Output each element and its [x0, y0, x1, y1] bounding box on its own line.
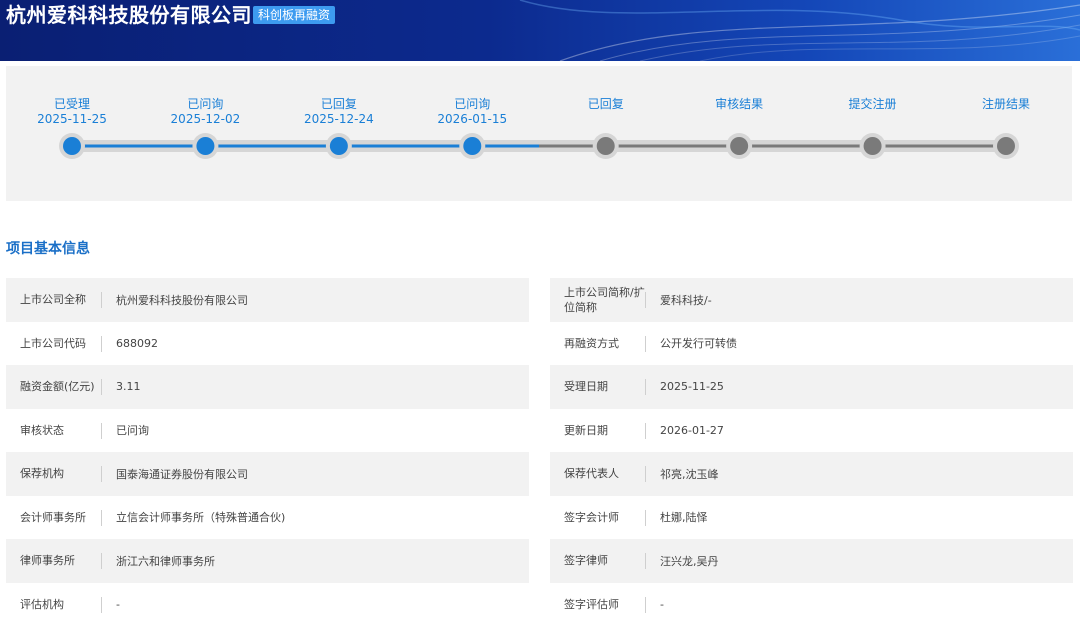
info-value: 爱科科技/- — [660, 293, 712, 307]
info-row: 上市公司代码 688092 — [6, 322, 529, 366]
step-label: 已受理 2025-11-25 — [17, 97, 127, 127]
step-node-completed — [329, 137, 348, 155]
info-label: 保荐机构 — [6, 452, 102, 496]
step-node-pending — [863, 137, 882, 155]
review-progress-panel: 已受理 2025-11-25 已问询 2025-12-02 已回复 2025-12-24 已… — [6, 66, 1072, 201]
info-row: 会计师事务所 立信会计师事务所（特殊普通合伙) — [6, 496, 529, 540]
info-label: 签字会计师 — [550, 496, 646, 540]
step-date-text: 2025-12-02 — [170, 112, 241, 126]
info-label: 评估机构 — [6, 583, 102, 627]
step-label: 已回复 2025-12-24 — [284, 97, 394, 127]
info-value: - — [116, 597, 120, 611]
info-value: 汪兴龙,吴丹 — [660, 554, 719, 568]
info-row: 签字会计师 杜娜,陆怿 — [550, 496, 1073, 540]
info-value: 立信会计师事务所（特殊普通合伙) — [116, 511, 286, 525]
step-node-completed — [63, 137, 81, 155]
step-node-completed — [196, 137, 215, 155]
step-label: 注册结果 — [951, 97, 1061, 112]
step-label: 已回复 — [551, 97, 661, 112]
step-status-text: 已受理 — [53, 97, 90, 111]
board-tag-badge: 科创板再融资 — [253, 6, 336, 24]
info-row: 审核状态 已问询 — [6, 409, 529, 453]
info-value: 688092 — [116, 336, 158, 350]
progress-track — [59, 133, 1019, 159]
company-title: 杭州爱科科技股份有限公司 — [6, 3, 252, 27]
info-row: 保荐机构 国泰海通证券股份有限公司 — [6, 452, 529, 496]
info-label: 会计师事务所 — [6, 496, 102, 540]
info-label: 上市公司全称 — [6, 278, 102, 322]
step-node-pending — [997, 137, 1015, 155]
step-status-text: 已回复 — [320, 97, 357, 111]
step-status-text: 已回复 — [587, 97, 624, 111]
info-value: 浙江六和律师事务所 — [116, 554, 215, 568]
info-label: 律师事务所 — [6, 539, 102, 583]
section-title: 项目基本信息 — [6, 241, 90, 257]
info-column-right: 上市公司简称/扩位简称 爱科科技/- 再融资方式 公开发行可转债 受理日期 20… — [550, 278, 1073, 626]
info-value: 2026-01-27 — [660, 423, 724, 437]
info-value: 国泰海通证券股份有限公司 — [116, 467, 248, 481]
step-status-text: 已问询 — [454, 97, 491, 111]
info-value: 2025-11-25 — [660, 380, 724, 394]
info-label: 上市公司代码 — [6, 322, 102, 366]
step-status-text: 已问询 — [187, 97, 224, 111]
info-row: 再融资方式 公开发行可转债 — [550, 322, 1073, 366]
info-row: 律师事务所 浙江六和律师事务所 — [6, 539, 529, 583]
info-value: 杭州爱科科技股份有限公司 — [116, 293, 248, 307]
info-label: 审核状态 — [6, 409, 102, 453]
info-label: 受理日期 — [550, 365, 646, 409]
info-row: 上市公司简称/扩位简称 爱科科技/- — [550, 278, 1073, 322]
info-row: 受理日期 2025-11-25 — [550, 365, 1073, 409]
info-value: 已问询 — [116, 424, 149, 438]
step-label: 审核结果 — [684, 97, 794, 112]
info-value: 公开发行可转债 — [660, 337, 737, 351]
info-column-left: 上市公司全称 杭州爱科科技股份有限公司 上市公司代码 688092 融资金额(亿… — [6, 278, 529, 626]
step-status-text: 注册结果 — [981, 97, 1030, 111]
step-label: 已问询 2025-12-02 — [150, 97, 260, 127]
info-row: 上市公司全称 杭州爱科科技股份有限公司 — [6, 278, 529, 322]
page-header: 杭州爱科科技股份有限公司 科创板再融资 — [0, 0, 1080, 61]
step-node-completed — [463, 137, 482, 155]
info-label: 融资金额(亿元) — [6, 365, 102, 409]
info-label: 签字评估师 — [550, 583, 646, 627]
info-value: 杜娜,陆怿 — [660, 511, 708, 525]
step-status-text: 审核结果 — [715, 97, 764, 111]
info-label: 签字律师 — [550, 539, 646, 583]
info-row: 评估机构 - — [6, 583, 529, 627]
info-row: 保荐代表人 祁亮,沈玉峰 — [550, 452, 1073, 496]
info-row: 签字律师 汪兴龙,吴丹 — [550, 539, 1073, 583]
step-node-pending — [730, 137, 749, 155]
step-label: 提交注册 — [818, 97, 928, 112]
step-date-text: 2025-12-24 — [303, 112, 374, 126]
step-status-text: 提交注册 — [848, 97, 897, 111]
info-label: 再融资方式 — [550, 322, 646, 366]
info-row: 更新日期 2026-01-27 — [550, 409, 1073, 453]
step-date-text: 2025-11-25 — [37, 112, 107, 126]
info-row: 签字评估师 - — [550, 583, 1073, 627]
step-label: 已问询 2026-01-15 — [417, 97, 527, 127]
info-value: 祁亮,沈玉峰 — [660, 467, 719, 481]
info-label: 上市公司简称/扩位简称 — [550, 278, 646, 322]
info-value: 3.11 — [116, 380, 141, 394]
info-label: 保荐代表人 — [550, 452, 646, 496]
step-date-text: 2026-01-15 — [437, 112, 508, 126]
info-row: 融资金额(亿元) 3.11 — [6, 365, 529, 409]
info-value: - — [660, 597, 664, 611]
info-label: 更新日期 — [550, 409, 646, 453]
step-node-pending — [596, 137, 615, 155]
